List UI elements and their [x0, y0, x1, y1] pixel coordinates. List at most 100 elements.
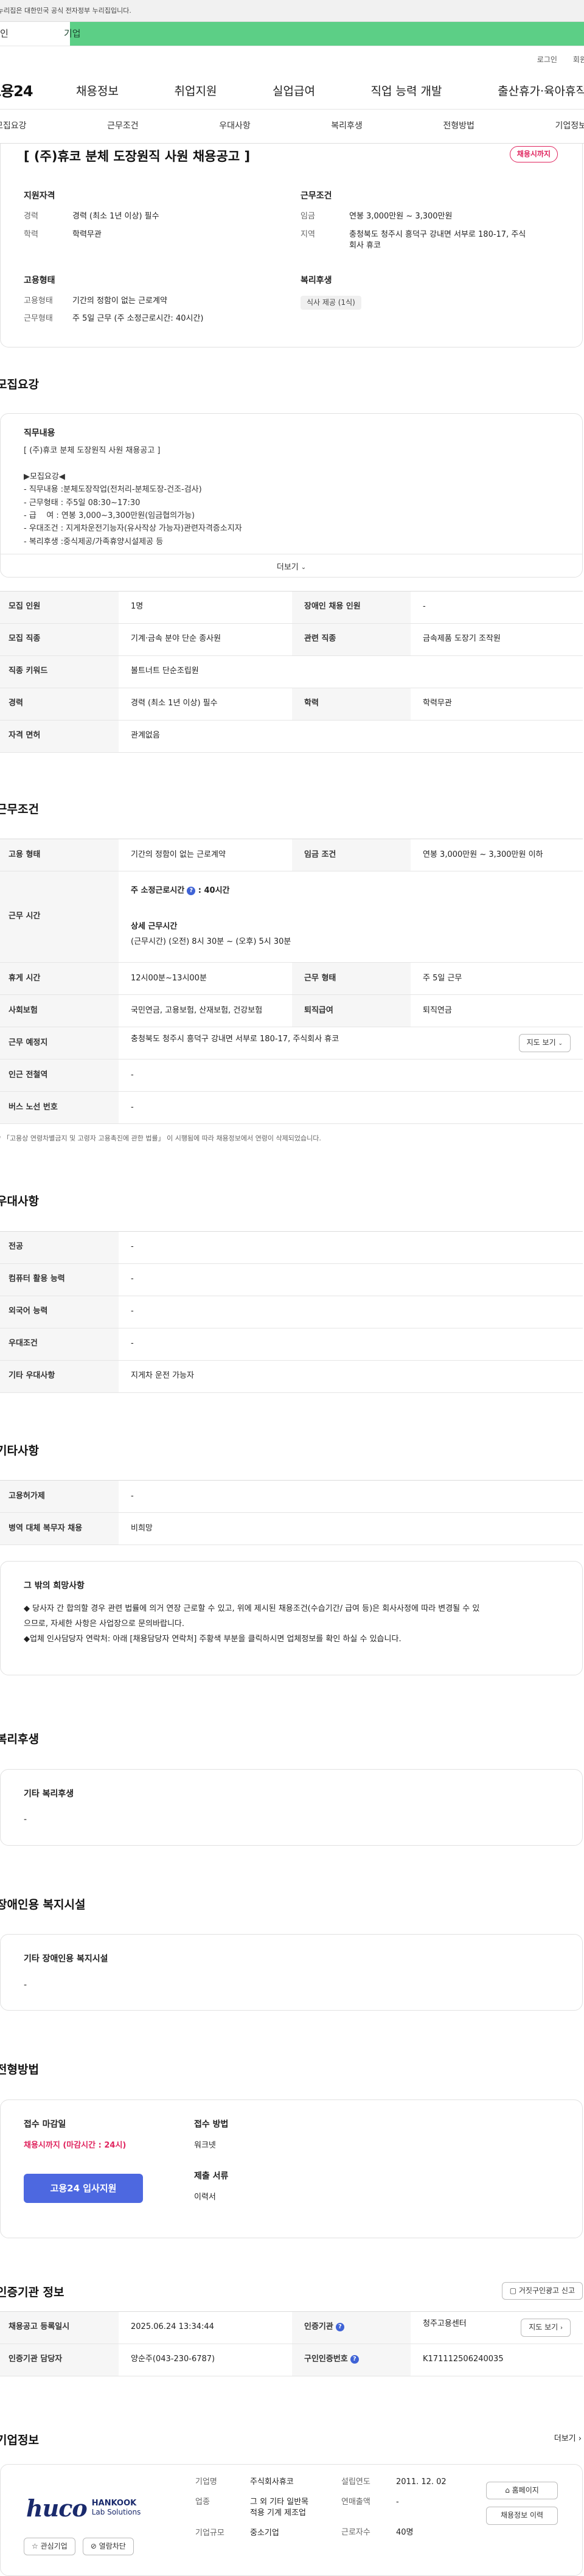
nav-skill-development[interactable]: 직업 능력 개발 — [371, 83, 442, 100]
subnav-apply[interactable]: 전형방법 — [443, 120, 474, 132]
company-field-value: - — [396, 2497, 399, 2507]
interest-company-button[interactable]: ☆ 관심기업 — [24, 2537, 75, 2556]
table-key: 외국어 능력 — [0, 1296, 119, 1328]
status-badge: 채용시까지 — [509, 146, 558, 163]
signup-link[interactable]: 회원 — [573, 55, 584, 65]
table-row: 병역 대체 복무자 채용 비희망 — [0, 1512, 583, 1546]
desc-line: - 복리후생 :중식제공/가족휴양시설제공 등 — [24, 537, 164, 546]
section-subnav: 모집요강 근무조건 우대사항 복리후생 전형방법 기업정보 — [0, 110, 584, 144]
detail-hours-label: 상세 근무시간 — [131, 922, 178, 932]
desc-line: - 우대조건 : 지게차운전기능자(유사작상 가능자)관련자격증소지자 — [24, 524, 242, 534]
subnav-welfare[interactable]: 복리후생 — [331, 120, 363, 132]
company-field-key: 설립연도 — [341, 2477, 370, 2487]
welfare-card-value: - — [24, 1814, 27, 1824]
subnav-company[interactable]: 기업정보 — [555, 120, 584, 132]
interest-label: 관심기업 — [40, 2541, 68, 2550]
job-history-label: 채용정보 이력 — [500, 2511, 544, 2520]
nav-employment-support[interactable]: 취업지원 — [175, 83, 217, 100]
weekly-hours-value: : 40시간 — [198, 886, 230, 896]
homepage-button[interactable]: ⌂ 홈페이지 — [486, 2481, 558, 2500]
nav-maternity-leave[interactable]: 출산휴가·육아휴직 — [498, 83, 584, 100]
welfare-section-heading: 복리후생 — [0, 1733, 39, 1747]
work-form-value: 주 5일 근무 (주 소정근로시간: 40시간) — [72, 314, 204, 324]
chevron-down-icon: ⌄ — [301, 564, 307, 571]
conditions-heading: 근무조건 — [301, 191, 332, 201]
company-logo-sub2: Lab Solutions — [91, 2507, 141, 2516]
disabled-card: 기타 장애인용 복지시설 - — [0, 1934, 583, 2011]
cond-wage-value: 연봉 3,000만원 ~ 3,300만원 — [349, 211, 453, 221]
table-value: - — [119, 1480, 583, 1513]
map-view-label: 지도 보기 — [526, 1038, 556, 1047]
site-logo[interactable]: 고용24 — [0, 81, 76, 102]
table-row: 모집 직종 기계·금속 분야 단순 종사원 관련 직종 금속제품 도장기 조작원 — [0, 623, 583, 656]
tab-corporate[interactable]: 기업 — [64, 22, 584, 46]
table-key: 버스 노선 번호 — [0, 1091, 119, 1125]
user-type-tabs: 인 기업 — [0, 22, 584, 46]
apply-button[interactable]: 고용24 입사지원 — [24, 2173, 143, 2203]
block-view-button[interactable]: ⊘ 열람차단 — [82, 2537, 134, 2556]
table-row: 근무 시간 주 소정근로시간? : 40시간 상세 근무시간 (근무시간) (오… — [0, 871, 583, 963]
utility-bar: 로그인 회원 — [0, 46, 584, 74]
table-value: K171112506240035 — [411, 2344, 583, 2376]
deadline-col: 접수 마감일 채용시까지 (마감시간 : 24시) 고용24 입사지원 — [24, 2118, 194, 2219]
method-col: 접수 방법 워크넷 제출 서류 이력서 — [194, 2118, 228, 2219]
recruit-heading: 모집요강 — [0, 378, 39, 391]
other-wishes-text: ◆ 당사자 간 합의할 경우 관련 법률에 의거 연장 근로할 수 있고, 위에… — [24, 1602, 559, 1647]
company-fields-2: 설립연도 2011. 12. 02 연매출액 - 근로자수 40명 — [341, 2477, 447, 2546]
table-row: 버스 노선 번호 - — [0, 1091, 583, 1125]
company-logo-main: huco — [26, 2494, 88, 2522]
report-label: 거짓구인광고 신고 — [518, 2286, 575, 2295]
table-row: 컴퓨터 활용 능력 - — [0, 1263, 583, 1296]
table-value: 비희망 — [119, 1512, 583, 1546]
disabled-heading: 장애인용 복지시설 — [0, 1897, 86, 1911]
table-value: 퇴직연금 — [411, 994, 583, 1028]
company-actions: ☆ 관심기업 ⊘ 열람차단 — [24, 2537, 134, 2556]
company-more-link[interactable]: 더보기 › — [554, 2434, 582, 2445]
tab-individual[interactable]: 인 — [0, 22, 70, 46]
work-hours-cell: 주 소정근로시간? : 40시간 상세 근무시간 (근무시간) (오전) 8시 … — [119, 871, 583, 963]
company-field-value: 중소기업 — [250, 2529, 279, 2538]
company-logo: huco HANKOOK Lab Solutions — [26, 2491, 141, 2525]
table-key: 모집 인원 — [0, 590, 119, 624]
welfare-card-heading: 기타 복리후생 — [24, 1789, 74, 1799]
table-key: 컴퓨터 활용 능력 — [0, 1263, 119, 1296]
table-key: 전공 — [0, 1230, 119, 1264]
chevron-down-icon: ⌄ — [558, 1041, 563, 1047]
job-history-button[interactable]: 채용정보 이력 — [486, 2507, 558, 2525]
company-field-value: 2011. 12. 02 — [396, 2477, 447, 2487]
other-wishes-card: 그 밖의 희망사항 ◆ 당사자 간 합의할 경우 관련 법률에 의거 연장 근로… — [0, 1561, 583, 1676]
table-value: - — [119, 1230, 583, 1264]
false-ad-report-button[interactable]: ▢ 거짓구인광고 신고 — [501, 2281, 583, 2300]
table-key: 기타 우대사항 — [0, 1360, 119, 1393]
map-view-button[interactable]: 지도 보기 ⌄ — [518, 1034, 571, 1052]
block-label: 열람차단 — [99, 2541, 126, 2550]
table-value: - — [119, 1263, 583, 1296]
table-row: 채용공고 등록일시 2025.06.24 13:34:44 인증기관? 청주고용… — [0, 2311, 583, 2344]
nav-job-info[interactable]: 채용정보 — [76, 83, 119, 100]
table-row: 경력 경력 (최소 1년 이상) 필수 학력 학력무관 — [0, 688, 583, 721]
info-icon[interactable]: ? — [187, 886, 196, 895]
wish-line: ◆업체 인사담당자 연락처: 아래 [채용담당자 연락처] 주황색 부분을 클릭… — [24, 1634, 401, 1644]
docs-heading: 제출 서류 — [194, 2171, 229, 2181]
info-icon[interactable]: ? — [335, 2322, 344, 2331]
description-more-button[interactable]: 더보기 ⌄ — [1, 553, 582, 577]
table-key: 퇴직급여 — [292, 994, 411, 1028]
login-link[interactable]: 로그인 — [537, 55, 557, 65]
subnav-pref[interactable]: 우대사항 — [219, 120, 251, 132]
company-header: 기업정보 더보기 › — [0, 2432, 584, 2451]
apply-card: 접수 마감일 채용시까지 (마감시간 : 24시) 고용24 입사지원 접수 방… — [0, 2099, 583, 2238]
cert-map-button[interactable]: 지도 보기 › — [521, 2319, 571, 2337]
info-icon[interactable]: ? — [350, 2354, 359, 2364]
table-row: 직종 키워드 볼트너트 단순조립원 — [0, 655, 583, 688]
table-row: 고용허가제 - — [0, 1480, 583, 1513]
wish-line: 으므로, 자세한 사항은 사업장으로 문의바랍니다. — [24, 1619, 184, 1629]
table-value: - — [411, 590, 583, 624]
deadline-value: 채용시까지 (마감시간 : 24시) — [24, 2141, 127, 2151]
subnav-work[interactable]: 근무조건 — [107, 120, 139, 132]
pref-heading: 우대사항 — [0, 1195, 39, 1209]
company-field-value: 주식회사휴코 — [250, 2477, 294, 2487]
nav-unemployment-benefit[interactable]: 실업급여 — [273, 83, 315, 100]
table-key: 채용공고 등록일시 — [0, 2311, 119, 2344]
work-table: 고용 형태 기간의 정함이 없는 근로계약 임금 조건 연봉 3,000만원 ~… — [0, 839, 583, 1125]
subnav-recruit[interactable]: 모집요강 — [0, 120, 27, 132]
